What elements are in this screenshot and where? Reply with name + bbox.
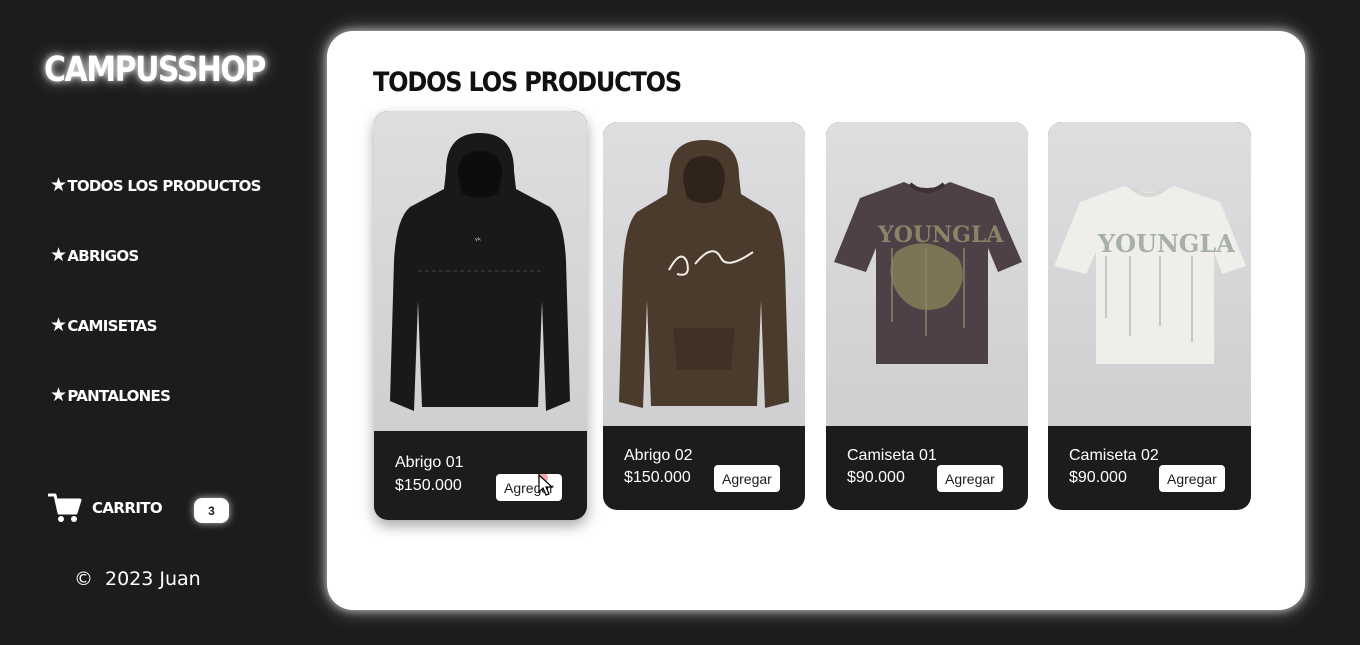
cart-icon [48,493,82,522]
product-name: Abrigo 02 [624,447,693,464]
product-price: $150.000 [624,469,691,486]
product-name: Camiseta 02 [1069,447,1159,464]
nav-item-pantalones[interactable]: ★ PANTALONES [50,384,171,406]
star-icon: ★ [50,244,67,266]
nav-item-label: TODOS LOS PRODUCTOS [67,176,261,195]
star-icon: ★ [50,384,67,406]
sidebar: CAMPUSSHOP ★ TODOS LOS PRODUCTOS ★ ABRIG… [0,0,300,645]
add-to-cart-button[interactable]: Agregar [714,465,780,492]
svg-text:YOUNGLA: YOUNGLA [1097,229,1235,258]
svg-text:YOUNGLA: YOUNGLA [877,222,1004,248]
product-image-black-hoodie: ᵞᵏ [374,111,587,431]
product-image-brown-hoodie [603,122,805,426]
nav-item-label: ABRIGOS [67,246,139,265]
product-price: $90.000 [1069,469,1127,486]
product-price: $150.000 [395,477,462,494]
product-card[interactable]: YOUNGLA Camiseta 02 $90.000 Agregar [1048,122,1251,510]
main-panel: TODOS LOS PRODUCTOS ᵞᵏ Abrigo 01 $150.00… [327,31,1305,610]
cart-link[interactable]: CARRITO [48,492,163,524]
nav-item-label: PANTALONES [67,386,171,405]
copyright-symbol: © [74,568,93,590]
nav-item-label: CAMISETAS [67,316,157,335]
product-price: $90.000 [847,469,905,486]
logo: CAMPUSSHOP [44,50,266,91]
product-card[interactable]: YOUNGLA Camiseta 01 $90.000 Agregar [826,122,1028,510]
product-image-purple-tshirt: YOUNGLA [826,122,1028,426]
product-info: Abrigo 01 $150.000 Agregar [374,431,587,520]
nav-item-camisetas[interactable]: ★ CAMISETAS [50,316,157,335]
product-name: Camiseta 01 [847,447,937,464]
product-image-white-tshirt: YOUNGLA [1048,122,1251,426]
product-info: Abrigo 02 $150.000 Agregar [603,426,805,510]
nav-item-abrigos[interactable]: ★ ABRIGOS [50,244,139,266]
page-title: TODOS LOS PRODUCTOS [373,67,682,98]
cart-label: CARRITO [92,499,163,517]
footer-text: 2023 Juan [105,568,201,590]
star-icon: ★ [50,314,67,336]
product-card[interactable]: Abrigo 02 $150.000 Agregar [603,122,805,510]
product-info: Camiseta 01 $90.000 Agregar [826,426,1028,510]
cart-count-badge: 3 [194,498,229,523]
add-to-cart-button[interactable]: Agregar [937,465,1003,492]
product-info: Camiseta 02 $90.000 Agregar [1048,426,1251,510]
footer: © 2023 Juan [74,568,201,590]
mouse-cursor-icon [538,474,554,496]
star-icon: ★ [50,174,67,196]
add-to-cart-button[interactable]: Agregar [1159,465,1225,492]
product-card[interactable]: ᵞᵏ Abrigo 01 $150.000 Agregar [374,111,587,520]
product-name: Abrigo 01 [395,454,464,471]
svg-text:ᵞᵏ: ᵞᵏ [475,236,481,245]
nav-item-todos-los-productos[interactable]: ★ TODOS LOS PRODUCTOS [50,176,261,195]
